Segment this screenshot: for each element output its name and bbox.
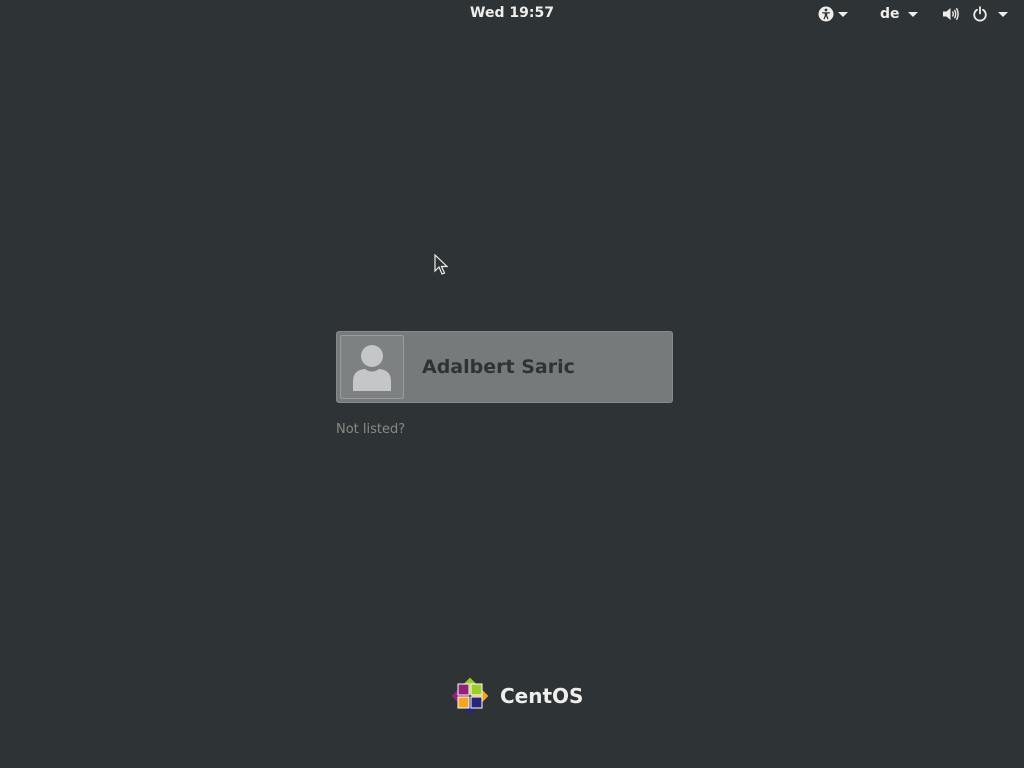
- accessibility-icon: [818, 6, 834, 22]
- volume-indicator[interactable]: [942, 4, 960, 24]
- logo-text: CentOS: [500, 684, 583, 708]
- not-listed-link[interactable]: Not listed?: [336, 422, 405, 437]
- clock-button[interactable]: Wed 19:57: [0, 5, 1024, 21]
- centos-logo-icon: [448, 674, 492, 718]
- power-icon: [972, 6, 988, 22]
- user-list-item[interactable]: Adalbert Saric: [336, 331, 673, 403]
- chevron-down-icon: [908, 12, 918, 17]
- power-menu[interactable]: [972, 4, 1008, 24]
- top-bar: Wed 19:57 de: [0, 0, 1024, 28]
- person-icon: [341, 336, 403, 398]
- chevron-down-icon: [838, 12, 848, 17]
- user-avatar-icon: [340, 335, 404, 399]
- centos-logo: CentOS: [448, 674, 583, 718]
- language-label: de: [880, 6, 900, 22]
- mouse-pointer-icon: [434, 254, 448, 276]
- language-menu[interactable]: de: [880, 4, 918, 24]
- chevron-down-icon: [998, 12, 1008, 17]
- login-screen: Wed 19:57 de: [0, 0, 1024, 768]
- volume-icon: [942, 6, 960, 22]
- accessibility-menu[interactable]: [818, 4, 848, 24]
- user-name: Adalbert Saric: [422, 356, 575, 378]
- clock-label: Wed 19:57: [470, 5, 554, 21]
